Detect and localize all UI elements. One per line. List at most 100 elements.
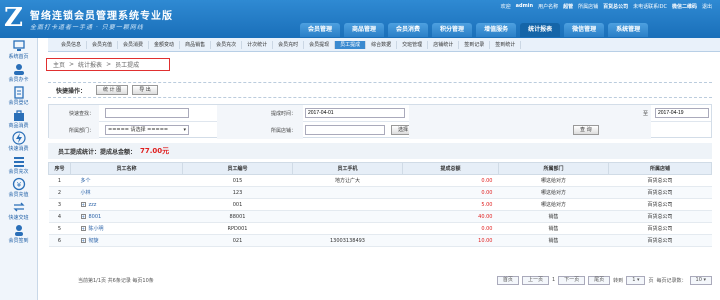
breadcrumb-reports[interactable]: 统计报表 [78,60,102,69]
subnav-item[interactable]: 会员充次 [211,40,243,49]
time-to-input[interactable] [655,108,709,118]
staff-name[interactable]: 陈小明 [89,226,104,232]
subnav-item[interactable]: 商品销售 [180,40,212,49]
nav-tab-goods[interactable]: 商品管理 [344,23,385,37]
filter-label-cell [409,105,651,122]
cell-store: 百货总公司 [608,222,712,235]
col-phone: 员工手机 [292,162,403,175]
cell-name[interactable]: + zzz [70,198,183,211]
sidebar-item-label: 商品消费 [8,123,29,129]
first-page-button[interactable]: 首页 [496,275,519,285]
subnav-item[interactable]: 金额变动 [149,40,181,49]
cell-name[interactable]: + 彻旋 [70,234,183,247]
swap-icon [12,202,25,212]
table-row[interactable]: 3 + zzz 001 5.00 哪这给对方 百货总公司 [48,198,712,211]
table-row[interactable]: 5 + 陈小明 RPD001 0.00 销售 百货总公司 [48,222,712,235]
sidebar-item-shift[interactable]: 快速交班 [0,199,37,222]
contact-text[interactable]: 未电话联系IDC [633,3,667,10]
nav-tab-points[interactable]: 积分管理 [432,23,473,37]
bag-icon [13,110,24,121]
lightning-icon [11,131,26,145]
nav-tab-member[interactable]: 会员管理 [300,23,341,37]
last-page-button[interactable]: 尾页 [588,275,611,285]
sidebar-item-label: 会员签到 [8,238,29,244]
staff-name[interactable]: 彻旋 [89,238,99,244]
goto-page-select[interactable]: 1 ▾ [626,275,646,285]
per-page-select[interactable]: 10 ▾ [689,275,712,285]
staff-name[interactable]: 小林 [81,190,91,196]
sidebar-item-home[interactable]: 系统首页 [0,38,37,61]
current-page: 1 [551,277,556,283]
nav-tab-wechat[interactable]: 微信管理 [564,23,605,37]
app-title: 智络连锁会员管理系统专业版 [30,11,173,22]
table-row[interactable]: 4 +8001 88001 40.00 销售 百货总公司 [48,210,712,223]
export-button[interactable]: 导 出 [132,85,158,95]
table-row[interactable]: 1 多个 015 地方让广大 0.00 哪这给对方 百货总公司 [48,174,712,187]
prev-page-button[interactable]: 上一页 [521,275,549,285]
list-icon [13,157,24,167]
expand-icon[interactable]: + [80,213,86,219]
chart-button[interactable]: 统 计 图 [96,85,129,95]
cell-name[interactable]: +8001 [70,210,183,223]
sidebar-item-recharge[interactable]: ¥ 会员充值 [0,176,37,199]
nav-tab-system[interactable]: 系统管理 [608,23,649,37]
nav-tab-consume[interactable]: 会员消费 [388,23,429,37]
breadcrumb-home[interactable]: 主页 [53,60,65,69]
subnav-item[interactable]: 综合数据 [366,40,398,49]
nav-tab-value-added[interactable]: 增值服务 [476,23,517,37]
dept-select[interactable]: ===== 请选择 ===== ▾ [105,125,189,135]
cell-amount: 0.00 [402,186,499,199]
per-page-label: 每页记录数： [656,277,687,284]
sidebar-item-quick-consume[interactable]: 快速消费 [0,130,37,153]
table-row[interactable]: 6 + 彻旋 021 13003138493 10.00 销售 百货总公司 [48,234,712,247]
filter-label-cell [409,122,651,139]
subnav-item[interactable]: 会员消费 [118,40,150,49]
subnav-item[interactable]: 计次统计 [242,40,274,49]
next-page-button[interactable]: 下一页 [558,275,586,285]
subnav-item[interactable]: 签到记录 [459,40,491,49]
cell-name[interactable]: + 陈小明 [70,222,183,235]
pagination-info: 当前第1/1页 共6条记录 每页10条 [78,277,154,284]
table-row[interactable]: 2 小林 123 0.00 哪这给对方 百货总公司 [48,186,712,199]
subnav-item[interactable]: 会员充时 [273,40,305,49]
cell-no: 2 [48,186,71,199]
subnav-item[interactable]: 交班管理 [397,40,429,49]
expand-icon[interactable]: + [80,226,86,231]
time-from-input[interactable] [305,108,405,118]
monitor-icon [12,40,25,51]
expand-icon[interactable]: + [80,238,86,243]
quick-actions-label: 快捷操作： [56,87,87,95]
subnav-item[interactable]: 会员信息 [56,40,88,49]
sidebar-item-signin[interactable]: 会员签到 [0,222,37,245]
subnav-item[interactable]: 会员提现 [304,40,336,49]
cell-store: 百货总公司 [608,210,712,223]
subnav-item[interactable]: 签到统计 [490,40,522,49]
col-dept: 所属部门 [498,162,609,175]
search-input[interactable] [105,108,189,118]
sidebar-item-card[interactable]: 会员办卡 [0,61,37,84]
staff-name[interactable]: zzz [89,202,97,208]
query-button[interactable]: 查 询 [573,125,599,135]
cell-name[interactable]: 小林 [70,186,183,199]
pagination-controls: 首页 上一页 1 下一页 尾页 转到 1 ▾ 页 每页记录数： 10 ▾ [496,275,712,285]
coin-icon: ¥ [12,177,25,191]
cell-amount: 40.00 [402,210,499,223]
staff-name[interactable]: 8001 [89,214,102,220]
col-amount: 提成总额 [402,162,499,175]
staff-name[interactable]: 多个 [81,178,91,184]
exit-link[interactable]: 退出 [702,3,712,10]
sidebar-item-goods[interactable]: 商品消费 [0,107,37,130]
commission-table: 序号 员工名称 员工编号 员工手机 提成总额 所属部门 所属店铺 1 多个 01… [48,162,712,247]
store-input[interactable] [305,125,385,135]
subnav-item[interactable]: 会员充值 [87,40,119,49]
subnav-item[interactable]: 店铺统计 [428,40,460,49]
commission-summary: 员工提成统计：提成总金额： 77.00元 [48,143,712,159]
nav-tab-reports[interactable]: 统计报表 [520,23,561,37]
cell-name[interactable]: 多个 [70,174,183,187]
expand-icon[interactable]: + [80,201,86,207]
cell-dept: 销售 [498,234,609,247]
sidebar-item-register[interactable]: 会员登记 [0,84,37,107]
wechat-qr-link[interactable]: 微信二维码 [672,3,697,10]
sidebar-item-count-recharge[interactable]: 会员充次 [0,153,37,176]
subnav-item-staff-commission[interactable]: 员工提成 [335,40,367,49]
